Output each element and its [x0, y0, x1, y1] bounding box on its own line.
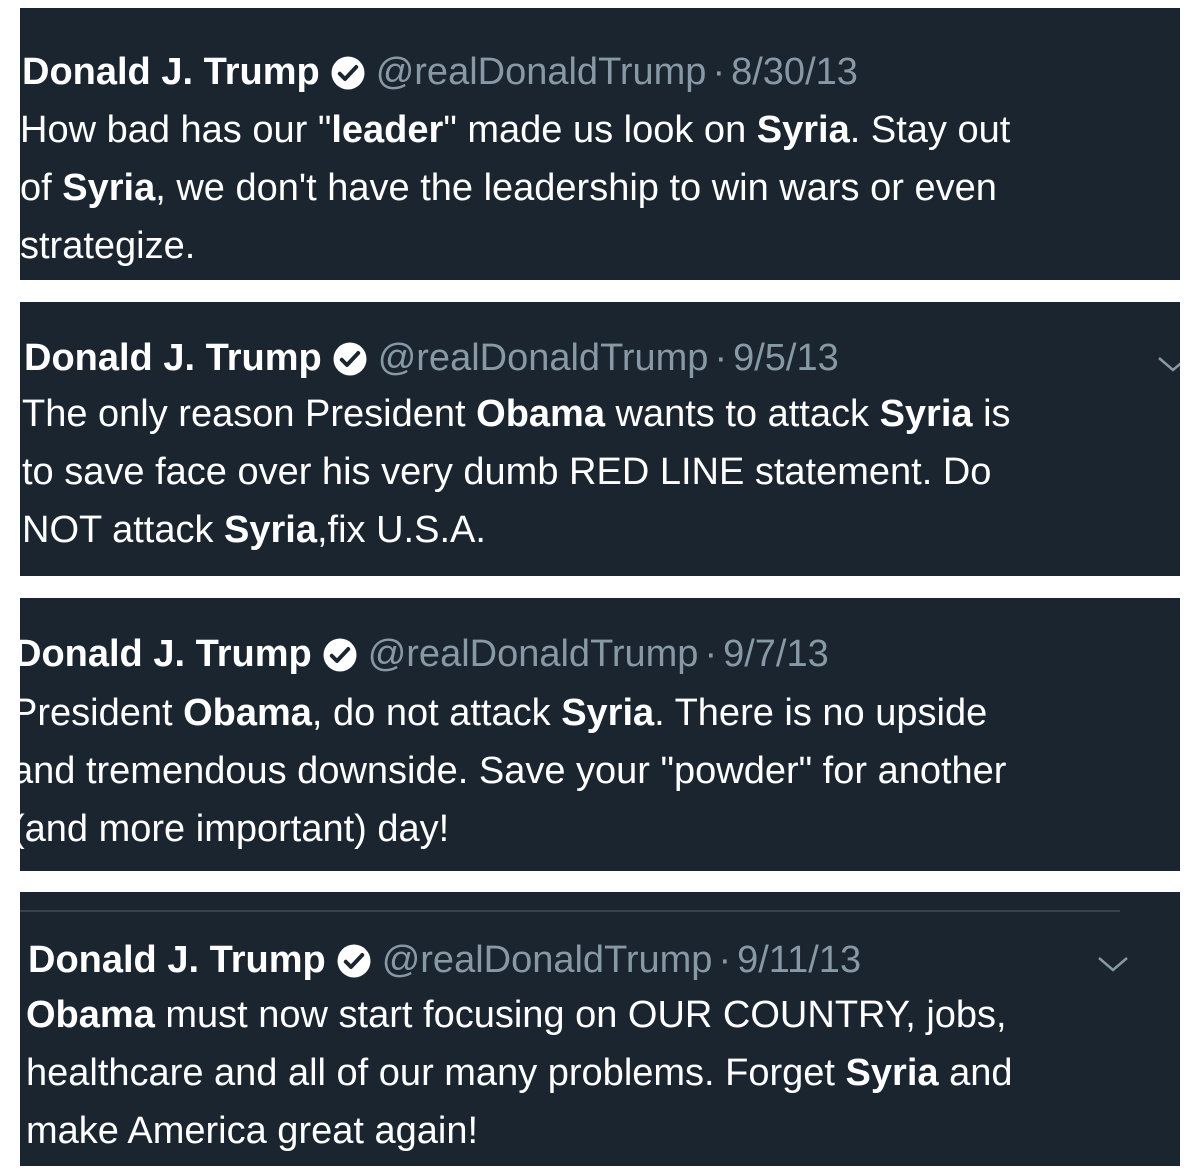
verified-badge-icon	[323, 638, 357, 672]
tweet-header: Donald J. Trump @realDonaldTrump · 9/11/…	[28, 938, 861, 982]
tweet-card-2: Donald J. Trump @realDonaldTrump · 9/5/1…	[20, 302, 1180, 576]
verified-badge-icon	[331, 56, 365, 90]
author-handle[interactable]: @realDonaldTrump	[368, 632, 699, 676]
author-handle[interactable]: @realDonaldTrump	[382, 938, 713, 982]
tweet-line: Obama must now start focusing on OUR COU…	[26, 994, 1007, 1036]
meta-separator: ·	[712, 51, 726, 93]
meta-separator: ·	[718, 939, 732, 981]
tweet-line: strategize.	[20, 225, 196, 267]
tweet-date[interactable]: 9/7/13	[723, 632, 829, 676]
tweet-date[interactable]: 9/5/13	[733, 336, 839, 380]
author-name[interactable]: Donald J. Trump	[22, 50, 320, 94]
tweet-card-1: Donald J. Trump @realDonaldTrump · 8/30/…	[20, 8, 1180, 280]
chevron-down-icon[interactable]	[1156, 354, 1180, 374]
tweet-line: President Obama, do not attack Syria. Th…	[20, 692, 988, 734]
tweet-line: (and more important) day!	[20, 808, 450, 850]
tweet-header: Donald J. Trump @realDonaldTrump · 8/30/…	[22, 50, 858, 94]
author-handle[interactable]: @realDonaldTrump	[376, 50, 707, 94]
tweet-line: to save face over his very dumb RED LINE…	[22, 451, 992, 493]
tweet-text: The only reason President Obama wants to…	[22, 385, 1011, 559]
divider	[20, 910, 1120, 912]
tweet-line: The only reason President Obama wants to…	[22, 393, 1011, 435]
tweet-text: How bad has our "leader" made us look on…	[20, 101, 1010, 275]
tweet-line: of Syria, we don't have the leadership t…	[20, 167, 997, 209]
tweet-header: Donald J. Trump @realDonaldTrump · 9/5/1…	[24, 336, 839, 380]
meta-separator: ·	[704, 633, 718, 675]
meta-separator: ·	[714, 337, 728, 379]
tweet-line: make America great again!	[26, 1110, 479, 1152]
tweet-card-3: Donald J. Trump @realDonaldTrump · 9/7/1…	[20, 598, 1180, 871]
tweet-line: healthcare and all of our many problems.…	[26, 1052, 1013, 1094]
author-handle[interactable]: @realDonaldTrump	[378, 336, 709, 380]
tweet-line: How bad has our "leader" made us look on…	[20, 109, 1011, 151]
author-name[interactable]: Donald J. Trump	[24, 336, 322, 380]
tweet-line: NOT attack Syria,fix U.S.A.	[22, 509, 486, 551]
author-name[interactable]: Donald J. Trump	[20, 632, 312, 676]
tweet-date[interactable]: 8/30/13	[731, 50, 858, 94]
tweet-date[interactable]: 9/11/13	[737, 938, 861, 982]
tweet-text: Obama must now start focusing on OUR COU…	[26, 986, 1012, 1160]
tweet-card-4: Donald J. Trump @realDonaldTrump · 9/11/…	[20, 892, 1180, 1166]
tweet-line: and tremendous downside. Save your "powd…	[20, 750, 1007, 792]
chevron-down-icon[interactable]	[1096, 954, 1130, 974]
author-name[interactable]: Donald J. Trump	[28, 938, 326, 982]
verified-badge-icon	[337, 944, 371, 978]
verified-badge-icon	[333, 342, 367, 376]
tweet-text: President Obama, do not attack Syria. Th…	[20, 684, 1006, 858]
tweet-header: Donald J. Trump @realDonaldTrump · 9/7/1…	[20, 632, 829, 676]
